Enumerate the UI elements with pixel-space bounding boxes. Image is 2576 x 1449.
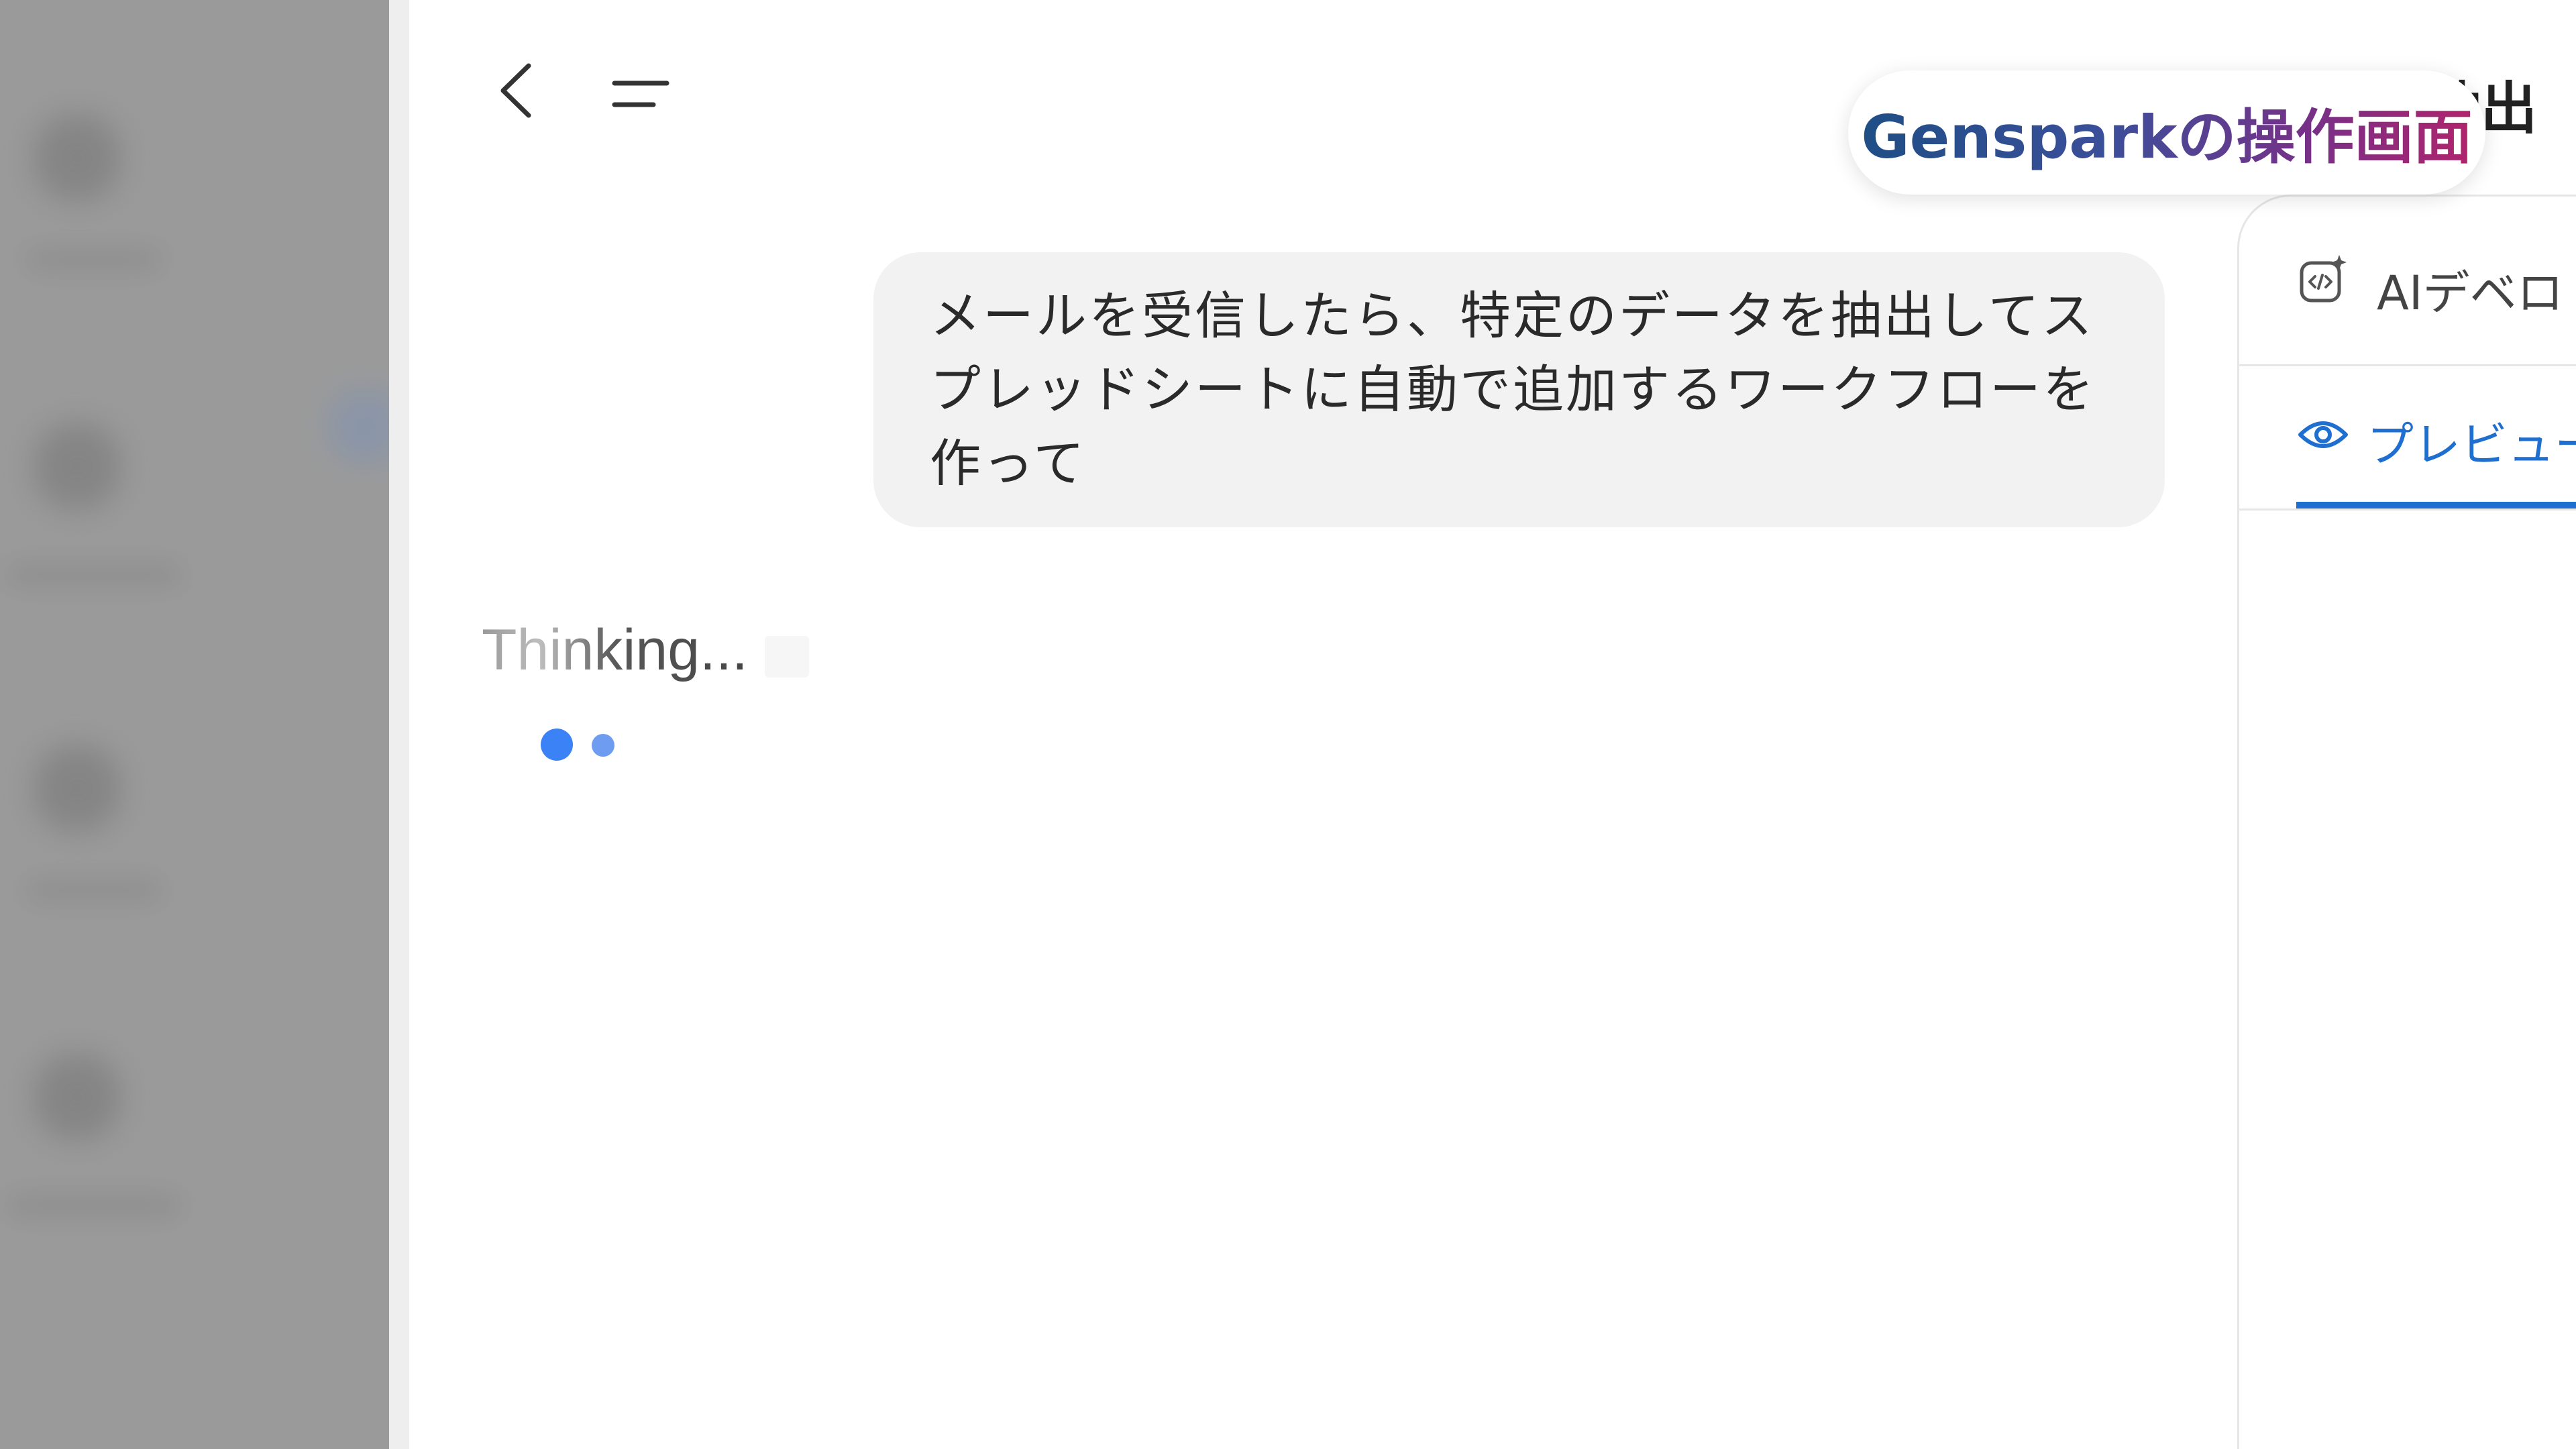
tab-divider — [2239, 508, 2576, 511]
loading-dot — [541, 729, 573, 761]
overlay-badge: Gensparkの操作画面 — [1848, 70, 2485, 195]
thinking-status: Thinking... — [482, 618, 748, 682]
eye-icon — [2298, 421, 2348, 448]
thinking-cursor — [765, 636, 809, 678]
menu-button[interactable] — [604, 60, 678, 127]
sidebar — [0, 0, 389, 1449]
agent-header[interactable]: AIデベロ — [2239, 197, 2576, 366]
loading-dot — [592, 734, 614, 757]
tab-preview-label: プレビュー — [2367, 417, 2576, 472]
code-sparkle-icon — [2300, 255, 2347, 303]
right-panel: AIデベロ プレビュー — [2237, 195, 2576, 1449]
overlay-badge-label: Gensparkの操作画面 — [1861, 90, 2472, 175]
agent-label: AIデベロ — [2377, 266, 2564, 321]
menu-icon — [612, 80, 669, 107]
tab-preview[interactable]: プレビュー — [2296, 364, 2576, 508]
chevron-left-icon — [500, 63, 531, 118]
user-message-bubble: メールを受信したら、特定のデータを抽出してスプレッドシートに自動で追加するワーク… — [873, 252, 2165, 527]
chat-panel: メールを受信したら、特定のデータを抽出してスプレッドシートに自動で追加するワーク… — [409, 0, 2237, 1449]
tab-active-indicator — [2296, 502, 2576, 508]
sidebar-divider — [389, 0, 409, 1449]
app-window: メールを受信したら、特定のデータを抽出してスプレッドシートに自動で追加するワーク… — [0, 0, 2576, 1449]
back-button[interactable] — [483, 54, 550, 127]
